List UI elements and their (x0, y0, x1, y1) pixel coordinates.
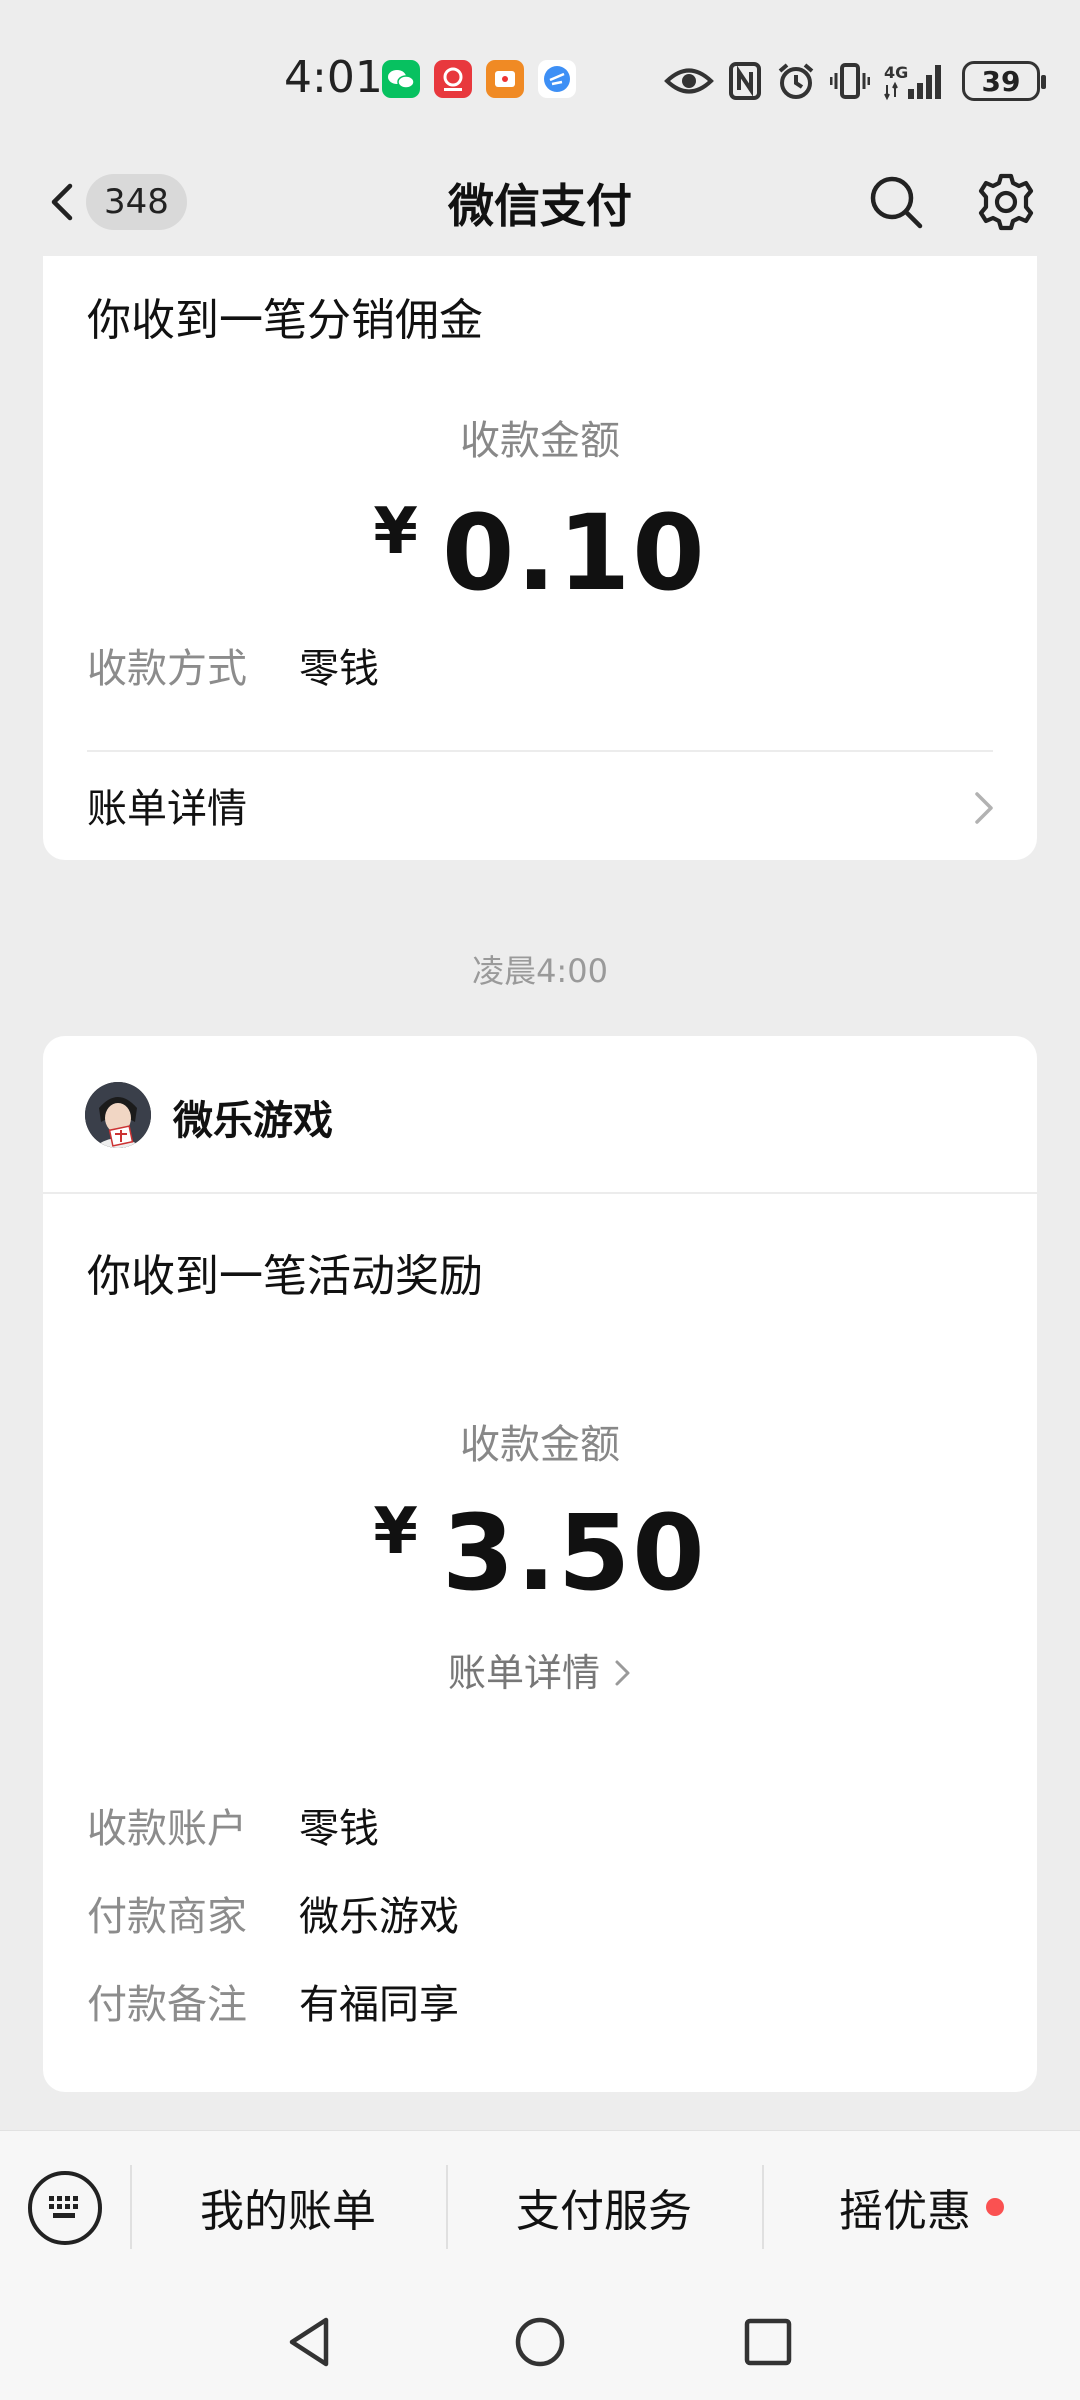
wechat-notification-icon (382, 60, 420, 98)
payment-method-label: 收款方式 (87, 646, 247, 692)
merchant-header[interactable]: 微乐游戏 (43, 1036, 1037, 1192)
amount-value: ¥0.10 (43, 492, 1037, 614)
nav-recents-icon[interactable] (738, 2312, 798, 2372)
search-icon[interactable] (866, 172, 926, 232)
alarm-icon (778, 63, 814, 99)
nfc-icon (729, 62, 761, 100)
divider (43, 1192, 1037, 1194)
payment-method-value: 零钱 (299, 646, 379, 692)
status-bar: 4:01 4G 39 (0, 0, 1080, 150)
receiving-account-label: 收款账户 (87, 1806, 247, 1852)
amount-label: 收款金额 (460, 418, 620, 464)
blue-app-notification-icon (538, 60, 576, 98)
new-indicator-dot (986, 2198, 1004, 2216)
status-time: 4:01 (284, 52, 383, 103)
payment-note-value: 有福同享 (299, 1982, 459, 2028)
orange-app-notification-icon (486, 60, 524, 98)
bill-detail-row[interactable]: 账单详情 (43, 752, 1037, 862)
bill-detail-link[interactable]: 账单详情 (43, 1642, 1037, 1697)
gear-icon[interactable] (974, 170, 1038, 234)
reward-message-card[interactable]: 微乐游戏 你收到一笔活动奖励 收款金额 ¥3.50 账单详情 收款账户 零钱 付… (43, 1036, 1037, 2092)
status-icons: 4G 39 (664, 56, 1046, 106)
battery-indicator: 39 (962, 61, 1046, 101)
top-nav-bar: 348 微信支付 (0, 150, 1080, 266)
red-app-notification-icon (434, 60, 472, 98)
payment-note-label: 付款备注 (87, 1982, 247, 2028)
payer-merchant-value: 微乐游戏 (299, 1894, 459, 1940)
amount-label: 收款金额 (460, 1422, 620, 1468)
receiving-account-value: 零钱 (299, 1806, 379, 1852)
commission-message-card[interactable]: 你收到一笔分销佣金 收款金额 ¥0.10 收款方式 零钱 账单详情 (43, 256, 1037, 860)
nav-back-icon[interactable] (280, 2312, 340, 2372)
svg-text:4G: 4G (884, 63, 908, 82)
bottom-menu-bar: 我的账单 支付服务 摇优惠 (0, 2130, 1080, 2282)
menu-shake-deals[interactable]: 摇优惠 (762, 2175, 1048, 2239)
signal-icon: 4G (884, 63, 941, 101)
bill-detail-label: 账单详情 (447, 1651, 600, 1695)
payer-merchant-label: 付款商家 (87, 1894, 247, 1940)
card-title: 你收到一笔活动奖励 (87, 1251, 483, 1302)
nav-home-icon[interactable] (510, 2312, 570, 2372)
amount-number: 0.10 (441, 492, 707, 614)
merchant-avatar[interactable] (85, 1082, 151, 1148)
currency-symbol: ¥ (373, 495, 420, 569)
system-navigation-bar (0, 2282, 1080, 2400)
eye-icon (664, 68, 714, 94)
card-title: 你收到一笔分销佣金 (87, 295, 483, 346)
keyboard-icon[interactable] (28, 2171, 102, 2245)
menu-payment-services[interactable]: 支付服务 (446, 2175, 762, 2239)
message-timestamp: 凌晨4:00 (472, 952, 608, 990)
amount-value: ¥3.50 (43, 1492, 1037, 1614)
menu-my-bills[interactable]: 我的账单 (130, 2175, 446, 2239)
bill-detail-label: 账单详情 (87, 786, 247, 832)
currency-symbol: ¥ (373, 1495, 420, 1569)
battery-level: 39 (981, 64, 1021, 98)
merchant-name: 微乐游戏 (173, 1098, 333, 1144)
vibrate-icon (830, 63, 870, 99)
chevron-right-icon (975, 792, 993, 824)
amount-number: 3.50 (441, 1492, 707, 1614)
chevron-right-icon (615, 1660, 630, 1686)
